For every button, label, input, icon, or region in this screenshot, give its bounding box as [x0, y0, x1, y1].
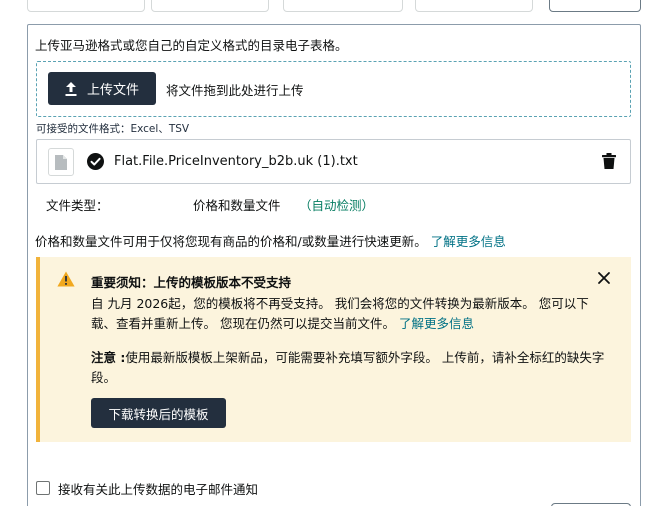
- email-notification-checkbox[interactable]: [36, 481, 50, 495]
- top-tab-5-selected[interactable]: [549, 0, 641, 12]
- upload-icon: [65, 81, 77, 96]
- email-notification-label: 接收有关此上传数据的电子邮件通知: [58, 482, 259, 497]
- file-name: Flat.File.PriceInventory_b2b.uk (1).txt: [114, 154, 358, 169]
- accepted-formats: 可接受的文件格式：Excel、TSV: [36, 123, 190, 135]
- file-type-auto-detected: （自动检测）: [299, 198, 375, 213]
- price-quantity-info-text: 价格和数量文件可用于仅将您现有商品的价格和/或数量进行快速更新。: [35, 234, 427, 249]
- download-converted-template-button[interactable]: 下载转换后的模板: [91, 398, 226, 428]
- top-tab-1[interactable]: [27, 0, 145, 12]
- alert-title: 重要须知：上传的模板版本不受支持: [91, 275, 292, 290]
- alert-learn-more-link[interactable]: 了解更多信息: [399, 316, 474, 331]
- close-icon[interactable]: [597, 271, 611, 285]
- warning-icon: [57, 271, 75, 287]
- upload-intro: 上传亚马逊格式或您自己的自定义格式的目录电子表格。: [35, 38, 348, 53]
- alert-note-label: 注意 :: [91, 350, 126, 365]
- top-tab-3[interactable]: [283, 0, 403, 12]
- upload-file-button[interactable]: 上传文件: [48, 72, 156, 105]
- top-tab-2[interactable]: [151, 0, 269, 12]
- document-icon: [48, 148, 74, 176]
- top-tab-4[interactable]: [415, 0, 533, 12]
- drop-hint: 将文件拖到此处进行上传: [166, 83, 304, 98]
- upload-file-button-label: 上传文件: [86, 83, 139, 98]
- trash-icon[interactable]: [602, 153, 616, 169]
- alert-note-text: 使用最新版模板上架新品，可能需要补充填写额外字段。 上传前，请补全标红的缺失字段…: [91, 350, 605, 385]
- learn-more-link[interactable]: 了解更多信息: [431, 234, 506, 249]
- check-circle-icon: [87, 153, 104, 170]
- alert-body-text: 自 九月 2026起，您的模板将不再受支持。 我们会将您的文件转换为最新版本。 …: [91, 296, 589, 331]
- alert-note: 注意 :使用最新版模板上架新品，可能需要补充填写额外字段。 上传前，请补全标红的…: [91, 348, 611, 388]
- unsupported-template-alert: 重要须知：上传的模板版本不受支持 自 九月 2026起，您的模板将不再受支持。 …: [36, 257, 631, 442]
- price-quantity-info: 价格和数量文件可用于仅将您现有商品的价格和/或数量进行快速更新。 了解更多信息: [35, 231, 506, 250]
- file-type-value: 价格和数量文件: [193, 198, 281, 213]
- file-type-label: 文件类型：: [46, 198, 109, 213]
- uploaded-file-row: Flat.File.PriceInventory_b2b.uk (1).txt: [36, 139, 631, 184]
- alert-body: 自 九月 2026起，您的模板将不再受支持。 我们会将您的文件转换为最新版本。 …: [91, 294, 611, 334]
